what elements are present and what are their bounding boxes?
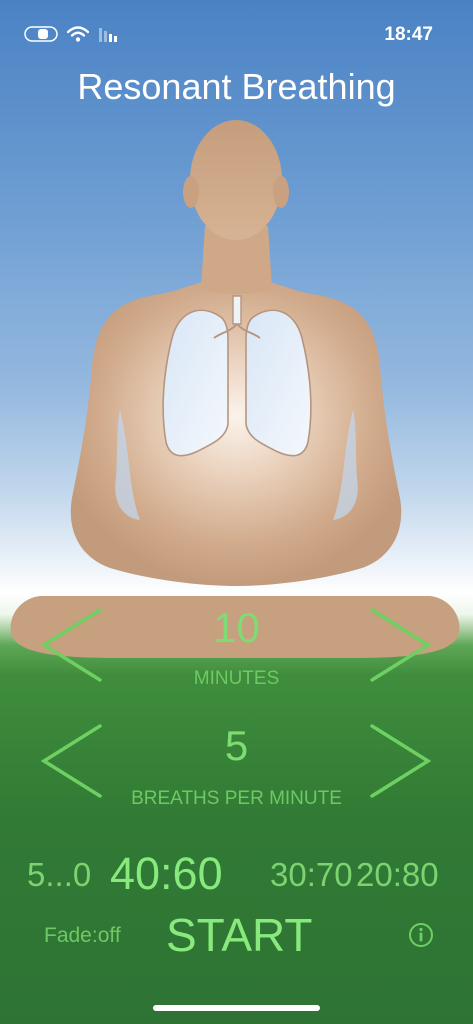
- status-bar: 18:47: [0, 0, 473, 60]
- meditating-figure-illustration: [10, 120, 460, 658]
- breaths-label: BREATHS PER MINUTE: [131, 788, 342, 809]
- status-icons: [24, 26, 122, 47]
- left-ear: [183, 176, 199, 208]
- info-icon[interactable]: [408, 922, 434, 948]
- minutes-label: MINUTES: [193, 668, 280, 689]
- home-indicator[interactable]: [153, 1005, 320, 1011]
- breaths-value: 5: [224, 722, 249, 769]
- start-button[interactable]: START: [166, 908, 313, 962]
- minutes-increase-chevron[interactable]: [368, 606, 432, 684]
- wifi-icon: [66, 26, 90, 47]
- ratio-option-3[interactable]: 30:70: [270, 856, 353, 894]
- breaths-decrease-chevron[interactable]: [40, 722, 104, 800]
- ratio-option-1[interactable]: 5...0: [27, 856, 91, 894]
- toggle-icon: [24, 26, 58, 47]
- minutes-decrease-chevron[interactable]: [40, 606, 104, 684]
- trachea: [232, 295, 242, 325]
- signal-icon: [98, 26, 122, 47]
- ratio-option-selected[interactable]: 40:60: [110, 848, 223, 900]
- minutes-value: 10: [213, 604, 260, 651]
- page-title: Resonant Breathing: [77, 66, 396, 107]
- right-ear: [273, 176, 289, 208]
- status-time: 18:47: [384, 24, 433, 45]
- head-shape: [190, 120, 282, 240]
- fade-toggle[interactable]: Fade:off: [44, 924, 121, 948]
- ratio-option-4[interactable]: 20:80: [356, 856, 439, 894]
- breaths-increase-chevron[interactable]: [368, 722, 432, 800]
